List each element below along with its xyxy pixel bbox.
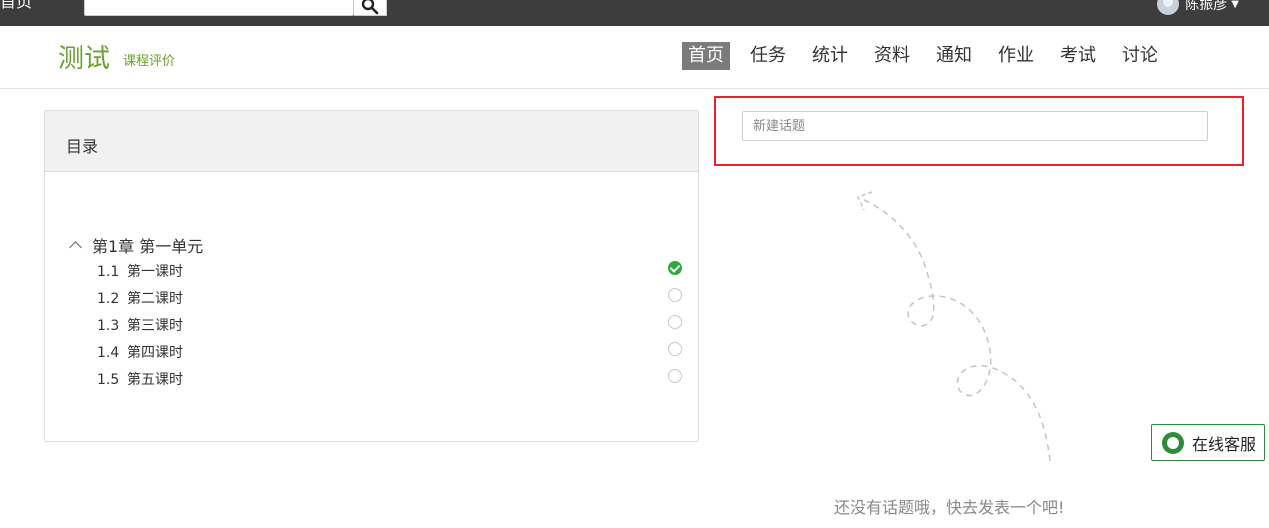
search-button[interactable]	[354, 0, 387, 16]
top-bar: 首页 陈振彦 ▼	[0, 0, 1269, 26]
lesson-number: 1.5	[97, 372, 120, 388]
course-title: 测试	[58, 44, 111, 74]
nav-item-3[interactable]: 资料	[868, 42, 916, 70]
empty-circle-icon	[668, 315, 682, 329]
nav-item-2[interactable]: 统计	[806, 42, 854, 70]
lesson-name: 第二课时	[127, 291, 183, 307]
lesson-item[interactable]: 1.3 第三课时	[97, 315, 682, 337]
headset-icon	[1162, 431, 1184, 454]
empty-circle-icon	[668, 288, 682, 302]
course-header: 测试 课程评价 首页 任务 统计 资料 通知 作业 考试 讨论	[0, 26, 1269, 89]
lesson-number: 1.4	[97, 345, 120, 361]
lesson-name: 第一课时	[127, 264, 183, 280]
course-evaluation-link[interactable]: 课程评价	[123, 50, 175, 69]
catalog-title: 目录	[66, 137, 99, 156]
check-circle-icon	[668, 261, 682, 275]
nav-item-4[interactable]: 通知	[930, 42, 978, 70]
nav-item-0[interactable]: 首页	[682, 42, 730, 70]
search-input[interactable]	[84, 0, 354, 16]
lesson-item[interactable]: 1.5 第五课时	[97, 369, 682, 391]
lesson-number: 1.2	[97, 291, 120, 307]
nav-item-6[interactable]: 考试	[1054, 42, 1102, 70]
lesson-item[interactable]: 1.1 第一课时	[97, 261, 682, 283]
home-link[interactable]: 首页	[0, 0, 32, 12]
empty-circle-icon	[668, 342, 682, 356]
user-menu[interactable]: 陈振彦 ▼	[1157, 0, 1239, 15]
lesson-name: 第三课时	[127, 318, 183, 334]
nav-item-5[interactable]: 作业	[992, 42, 1040, 70]
online-support-label: 在线客服	[1192, 434, 1257, 454]
lesson-item[interactable]: 1.4 第四课时	[97, 342, 682, 364]
nav-item-1[interactable]: 任务	[744, 42, 792, 70]
nav-item-7[interactable]: 讨论	[1116, 42, 1164, 70]
online-support-button[interactable]: 在线客服	[1151, 424, 1265, 461]
catalog-header	[45, 111, 698, 172]
lesson-number: 1.3	[97, 318, 120, 334]
empty-message: 还没有话题哦，快去发表一个吧!	[834, 498, 1065, 517]
user-name: 陈振彦	[1185, 0, 1228, 13]
lesson-number: 1.1	[97, 264, 120, 280]
chevron-down-icon: ▼	[1231, 0, 1239, 10]
arrow-doodle-icon	[856, 191, 1051, 462]
catalog-panel: 目录 第1章 第一单元 1.1 第一课时 1.2 第二课时 1.3 第三课时 1.4 第四课时…	[44, 110, 699, 442]
chevron-up-icon	[69, 240, 82, 254]
lesson-item[interactable]: 1.2 第二课时	[97, 288, 682, 310]
chapter-item[interactable]: 第1章 第一单元	[69, 233, 204, 257]
course-nav: 首页 任务 统计 资料 通知 作业 考试 讨论	[682, 42, 1178, 70]
empty-circle-icon	[668, 369, 682, 383]
lesson-name: 第四课时	[127, 345, 183, 361]
avatar	[1157, 0, 1180, 15]
lesson-name: 第五课时	[127, 372, 183, 388]
chapter-title: 第1章 第一单元	[92, 237, 204, 256]
new-topic-input[interactable]	[742, 111, 1208, 141]
search-icon	[361, 0, 379, 15]
